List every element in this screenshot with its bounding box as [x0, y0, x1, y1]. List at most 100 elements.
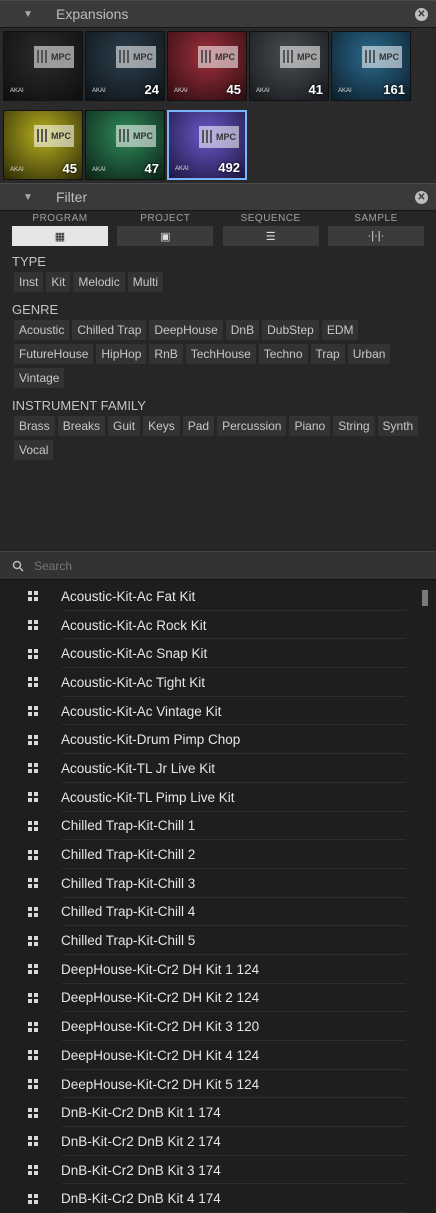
- chevron-down-icon[interactable]: ▼: [18, 9, 38, 20]
- filter-chip[interactable]: String: [333, 416, 375, 436]
- list-item[interactable]: Acoustic-Kit-TL Pimp Live Kit: [0, 783, 436, 812]
- filter-chip[interactable]: DubStep: [262, 320, 319, 340]
- expansion-count: 24: [144, 82, 159, 97]
- akai-logo: AKAI: [338, 88, 352, 94]
- filter-chip[interactable]: Percussion: [217, 416, 287, 436]
- filter-chip[interactable]: DnB: [225, 320, 260, 340]
- list-item[interactable]: Chilled Trap-Kit-Chill 3: [0, 869, 436, 898]
- program-name: Chilled Trap-Kit-Chill 5: [61, 933, 196, 949]
- filter-chip[interactable]: Synth: [377, 416, 419, 436]
- program-name: Acoustic-Kit-Ac Fat Kit: [61, 588, 196, 604]
- search-input[interactable]: [32, 557, 416, 574]
- program-name: Acoustic-Kit-Ac Vintage Kit: [61, 703, 222, 719]
- filter-header[interactable]: ▼ Filter ✕: [0, 183, 436, 211]
- expansion-tile[interactable]: MPC AKAI 41: [249, 31, 329, 101]
- filter-chip[interactable]: Multi: [127, 272, 164, 292]
- mpc-logo: MPC: [116, 125, 156, 147]
- filter-panel: PROGRAM ▦ PROJECT ▣ SEQUENCE ☰ SAMPLE ·|·|· TYP…: [0, 211, 436, 578]
- close-icon[interactable]: ✕: [415, 8, 428, 21]
- program-grid-icon: [28, 620, 38, 631]
- chevron-down-icon[interactable]: ▼: [18, 192, 38, 203]
- mpc-logo: MPC: [199, 126, 239, 148]
- expansion-tile[interactable]: MPC AKAI 47: [85, 110, 165, 180]
- list-item[interactable]: DnB-Kit-Cr2 DnB Kit 4 174: [0, 1184, 436, 1213]
- list-item[interactable]: Acoustic-Kit-TL Jr Live Kit: [0, 754, 436, 783]
- list-item[interactable]: Chilled Trap-Kit-Chill 5: [0, 926, 436, 955]
- list-item[interactable]: Acoustic-Kit-Ac Vintage Kit: [0, 697, 436, 726]
- filter-chip[interactable]: Techno: [258, 344, 308, 364]
- filter-chip[interactable]: Urban: [347, 344, 391, 364]
- list-item[interactable]: Acoustic-Kit-Drum Pimp Chop: [0, 725, 436, 754]
- list-item[interactable]: DeepHouse-Kit-Cr2 DH Kit 5 124: [0, 1070, 436, 1099]
- tab-sample[interactable]: SAMPLE ·|·|·: [326, 211, 426, 246]
- filter-chip[interactable]: Kit: [46, 272, 71, 292]
- list-item[interactable]: Acoustic-Kit-Ac Rock Kit: [0, 611, 436, 640]
- program-grid-icon: [28, 648, 38, 659]
- program-name: DnB-Kit-Cr2 DnB Kit 3 174: [61, 1162, 221, 1178]
- program-grid-icon: [28, 1107, 38, 1118]
- list-item[interactable]: Chilled Trap-Kit-Chill 1: [0, 812, 436, 841]
- expansion-count: 161: [383, 82, 405, 97]
- program-name: Chilled Trap-Kit-Chill 3: [61, 875, 196, 891]
- filter-chip[interactable]: FutureHouse: [14, 344, 94, 364]
- filter-chip[interactable]: Brass: [14, 416, 55, 436]
- list-item[interactable]: Acoustic-Kit-Ac Tight Kit: [0, 668, 436, 697]
- list-item[interactable]: DeepHouse-Kit-Cr2 DH Kit 1 124: [0, 955, 436, 984]
- expansion-tile[interactable]: MPC AKAI: [3, 31, 83, 101]
- expansion-tile[interactable]: MPC AKAI 161: [331, 31, 411, 101]
- program-name: DeepHouse-Kit-Cr2 DH Kit 2 124: [61, 990, 260, 1006]
- filter-chip[interactable]: EDM: [321, 320, 359, 340]
- mpc-logo: MPC: [34, 46, 74, 68]
- filter-chip[interactable]: Vocal: [14, 440, 54, 460]
- mpc-logo: MPC: [116, 46, 156, 68]
- filter-chip[interactable]: Pad: [182, 416, 215, 436]
- expansion-tile[interactable]: MPC AKAI 45: [167, 31, 247, 101]
- tab-program[interactable]: PROGRAM ▦: [10, 211, 110, 246]
- document-icon[interactable]: ▣: [117, 226, 214, 246]
- program-grid-icon: [28, 1079, 38, 1090]
- list-item[interactable]: DnB-Kit-Cr2 DnB Kit 2 174: [0, 1127, 436, 1156]
- expansion-tile[interactable]: MPC AKAI 24: [85, 31, 165, 101]
- sequence-icon[interactable]: ☰: [222, 226, 319, 246]
- filter-chip[interactable]: Trap: [310, 344, 345, 364]
- scrollbar-thumb[interactable]: [422, 590, 428, 606]
- filter-chip[interactable]: Breaks: [57, 416, 106, 436]
- list-item[interactable]: Chilled Trap-Kit-Chill 2: [0, 840, 436, 869]
- akai-logo: AKAI: [92, 167, 106, 173]
- expansions-header[interactable]: ▼ Expansions ✕: [0, 0, 436, 28]
- list-item[interactable]: Acoustic-Kit-Ac Snap Kit: [0, 639, 436, 668]
- tab-project[interactable]: PROJECT ▣: [115, 211, 215, 246]
- list-item[interactable]: DeepHouse-Kit-Cr2 DH Kit 4 124: [0, 1041, 436, 1070]
- program-grid-icon: [28, 763, 38, 774]
- filter-chip[interactable]: Vintage: [14, 368, 65, 388]
- close-icon[interactable]: ✕: [415, 191, 428, 204]
- list-item[interactable]: Acoustic-Kit-Ac Fat Kit: [0, 582, 436, 611]
- filter-chip[interactable]: DeepHouse: [149, 320, 223, 340]
- filter-chip[interactable]: Keys: [143, 416, 180, 436]
- filter-chip[interactable]: Acoustic: [14, 320, 70, 340]
- list-item[interactable]: DnB-Kit-Cr2 DnB Kit 3 174: [0, 1156, 436, 1185]
- filter-chip[interactable]: TechHouse: [185, 344, 256, 364]
- filter-chip[interactable]: Guit: [108, 416, 141, 436]
- list-item[interactable]: DnB-Kit-Cr2 DnB Kit 1 174: [0, 1098, 436, 1127]
- program-name: Acoustic-Kit-Ac Rock Kit: [61, 617, 207, 633]
- list-item[interactable]: DeepHouse-Kit-Cr2 DH Kit 2 124: [0, 984, 436, 1013]
- expansion-count: 45: [62, 161, 77, 176]
- filter-chip[interactable]: Chilled Trap: [72, 320, 147, 340]
- waveform-icon[interactable]: ·|·|·: [327, 226, 424, 246]
- mpc-logo: MPC: [198, 46, 238, 68]
- genre-chips: Acoustic Chilled Trap DeepHouse DnB DubStep E…: [0, 318, 436, 390]
- filter-chip[interactable]: Melodic: [73, 272, 125, 292]
- tab-sequence[interactable]: SEQUENCE ☰: [221, 211, 321, 246]
- filter-chip[interactable]: Inst: [14, 272, 44, 292]
- filter-chip[interactable]: HipHop: [96, 344, 147, 364]
- grid-icon[interactable]: ▦: [12, 226, 108, 246]
- list-item[interactable]: Chilled Trap-Kit-Chill 4: [0, 898, 436, 927]
- expansion-tile[interactable]: MPC AKAI 45: [3, 110, 83, 180]
- list-item[interactable]: DeepHouse-Kit-Cr2 DH Kit 3 120: [0, 1012, 436, 1041]
- program-grid-icon: [28, 677, 38, 688]
- filter-chip[interactable]: RnB: [149, 344, 183, 364]
- expansion-tile[interactable]: MPC AKAI 492: [167, 110, 247, 180]
- filter-chip[interactable]: Piano: [289, 416, 331, 436]
- program-list: Acoustic-Kit-Ac Fat Kit Acoustic-Kit-Ac R…: [0, 582, 436, 1213]
